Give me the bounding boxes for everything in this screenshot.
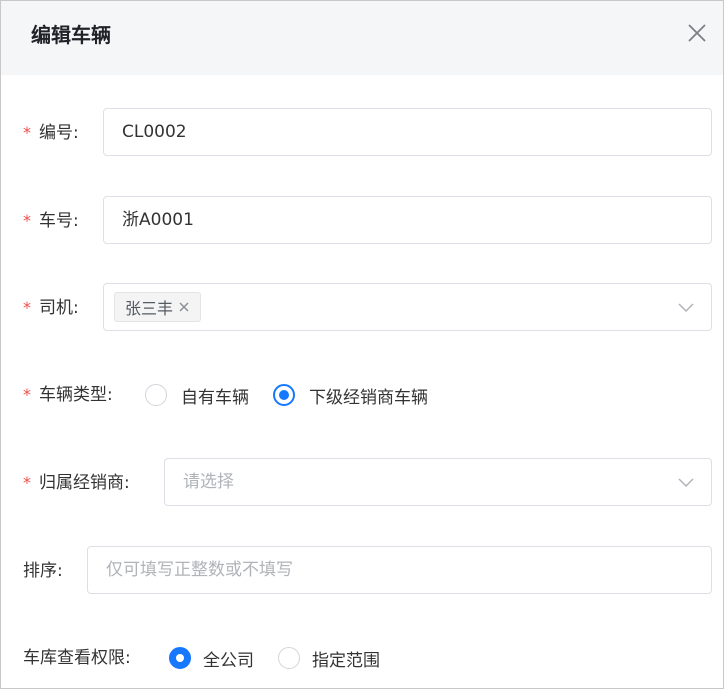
edit-vehicle-dialog: 编辑车辆 * 编号: CL0002 * 车号: 浙A0001 * 司机: 张三丰… xyxy=(0,0,724,689)
radio-own-vehicle[interactable]: 自有车辆 xyxy=(145,383,249,408)
radio-whole-company[interactable]: 全公司 xyxy=(169,646,254,671)
plate-input[interactable]: 浙A0001 xyxy=(103,196,712,244)
driver-tag: 张三丰 xyxy=(114,292,202,322)
dealer-select[interactable]: 请选择 xyxy=(164,458,712,506)
sort-label: 排序: xyxy=(23,561,63,581)
garage-scope-label: 车库查看权限: xyxy=(23,648,131,668)
row-dealer: * 归属经销商: 请选择 xyxy=(1,458,723,508)
required-mark: * xyxy=(23,385,31,404)
code-input[interactable]: CL0002 xyxy=(103,108,712,156)
required-mark: * xyxy=(23,298,31,317)
radio-checked-icon xyxy=(273,384,295,406)
dialog-title: 编辑车辆 xyxy=(31,23,111,47)
vehicle-type-radio-group: 自有车辆 下级经销商车辆 xyxy=(145,370,452,420)
dealer-placeholder: 请选择 xyxy=(183,472,234,492)
row-garage-scope: 车库查看权限: 全公司 指定范围 xyxy=(1,633,723,683)
plate-label: * 车号: xyxy=(23,211,79,231)
garage-scope-radio-group: 全公司 指定范围 xyxy=(169,633,404,683)
required-mark: * xyxy=(23,211,31,230)
row-sort: 排序: 仅可填写正整数或不填写 xyxy=(1,546,723,596)
required-mark: * xyxy=(23,123,31,142)
radio-unchecked-icon xyxy=(145,384,167,406)
radio-unchecked-icon xyxy=(278,647,300,669)
sort-input[interactable]: 仅可填写正整数或不填写 xyxy=(87,546,712,594)
radio-specified-range[interactable]: 指定范围 xyxy=(278,646,380,671)
required-mark: * xyxy=(23,473,31,492)
code-label: * 编号: xyxy=(23,123,79,143)
driver-select[interactable]: 张三丰 xyxy=(103,283,712,331)
vehicle-type-label: * 车辆类型: xyxy=(23,385,113,405)
row-vehicle-type: * 车辆类型: 自有车辆 下级经销商车辆 xyxy=(1,370,723,420)
dialog-header: 编辑车辆 xyxy=(1,1,723,75)
row-driver: * 司机: 张三丰 xyxy=(1,283,723,333)
sort-placeholder: 仅可填写正整数或不填写 xyxy=(106,560,293,580)
tag-close-icon[interactable] xyxy=(178,301,190,313)
plate-value: 浙A0001 xyxy=(122,210,194,230)
code-value: CL0002 xyxy=(122,122,187,142)
driver-tag-label: 张三丰 xyxy=(125,299,174,318)
chevron-down-icon xyxy=(678,303,694,313)
row-plate: * 车号: 浙A0001 xyxy=(1,196,723,246)
close-icon xyxy=(688,24,706,42)
radio-checked-icon xyxy=(169,647,191,669)
dealer-label: * 归属经销商: xyxy=(23,473,130,493)
radio-dealer-vehicle[interactable]: 下级经销商车辆 xyxy=(273,383,428,408)
row-code: * 编号: CL0002 xyxy=(1,108,723,158)
chevron-down-icon xyxy=(678,478,694,488)
close-button[interactable] xyxy=(685,21,709,45)
driver-label: * 司机: xyxy=(23,298,79,318)
